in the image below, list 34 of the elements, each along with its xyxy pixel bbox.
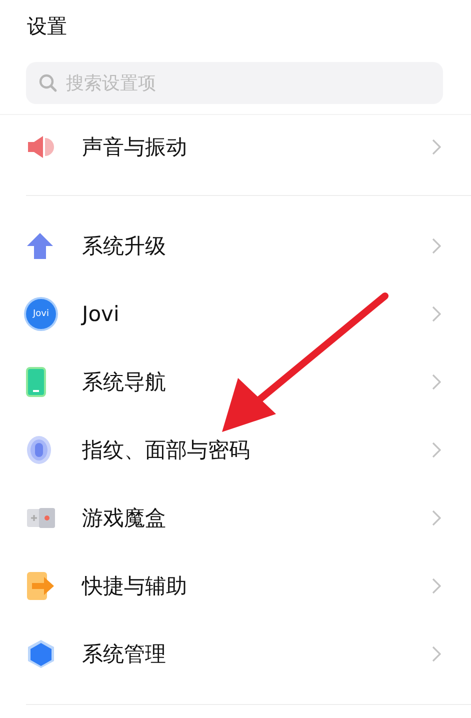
chevron-right-icon <box>432 442 441 458</box>
chevron-right-icon <box>432 510 441 526</box>
hexagon-icon <box>26 639 56 669</box>
chevron-right-icon <box>432 374 441 390</box>
fingerprint-icon <box>26 435 52 465</box>
search-field[interactable]: 搜索设置项 <box>26 62 443 104</box>
settings-item[interactable]: 快捷与辅助 <box>0 552 471 620</box>
up-arrow-icon <box>26 232 54 260</box>
chevron-right-icon <box>432 139 441 155</box>
gamepad-icon <box>26 507 56 529</box>
settings-item[interactable]: 系统管理 <box>0 620 471 688</box>
settings-item[interactable]: 声音与振动 <box>0 115 471 179</box>
settings-item[interactable]: 游戏魔盒 <box>0 484 471 552</box>
settings-item[interactable]: Jovi Jovi <box>0 280 471 348</box>
item-label: 系统管理 <box>82 641 167 668</box>
chevron-right-icon <box>432 306 441 322</box>
item-label: 系统升级 <box>82 233 167 260</box>
jovi-icon: Jovi <box>26 299 56 329</box>
settings-item[interactable]: 指纹、面部与密码 <box>0 416 471 484</box>
phone-icon <box>26 367 46 397</box>
item-label: 快捷与辅助 <box>82 573 188 600</box>
item-label: 游戏魔盒 <box>82 505 167 532</box>
item-label: 系统导航 <box>82 369 167 396</box>
chevron-right-icon <box>432 578 441 594</box>
settings-item[interactable]: 系统导航 <box>0 348 471 416</box>
item-label: 声音与振动 <box>82 134 188 161</box>
arrow-icon <box>26 571 56 601</box>
item-label: 指纹、面部与密码 <box>82 437 251 464</box>
settings-item[interactable]: 系统升级 <box>0 212 471 280</box>
page-title: 设置 <box>26 13 68 40</box>
speaker-icon <box>26 135 56 159</box>
chevron-right-icon <box>432 646 441 662</box>
item-label: Jovi <box>82 302 120 326</box>
chevron-right-icon <box>432 238 441 254</box>
